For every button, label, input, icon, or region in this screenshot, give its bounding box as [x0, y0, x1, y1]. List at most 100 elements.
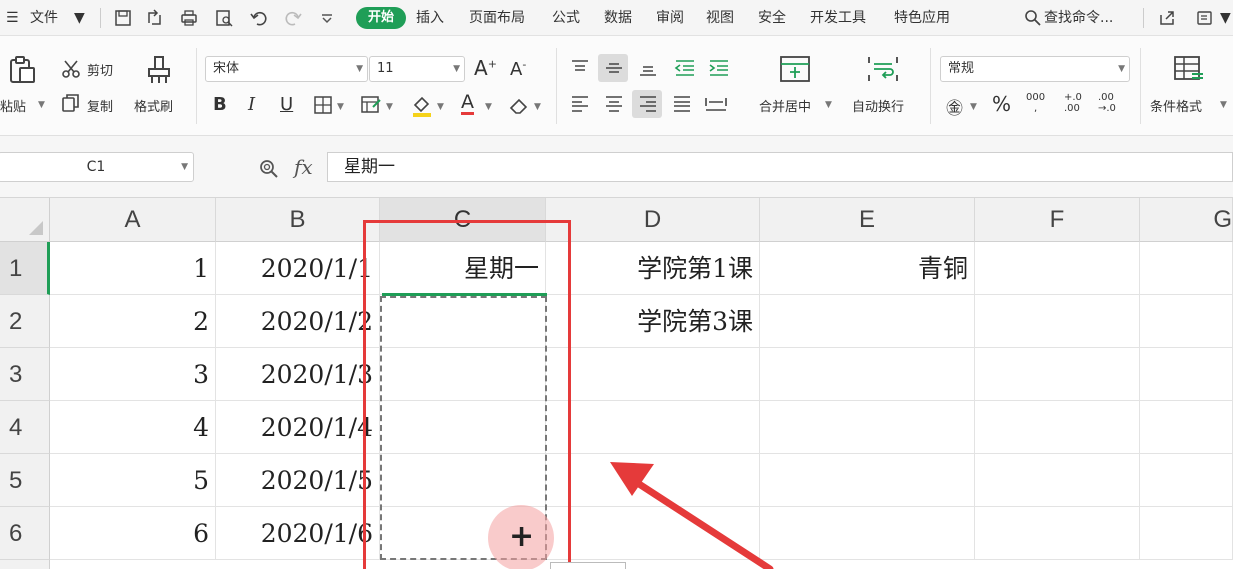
- column-header-g[interactable]: G: [1140, 198, 1233, 242]
- cell-a4[interactable]: 4: [50, 401, 216, 454]
- cell-f5[interactable]: [975, 454, 1140, 507]
- decrease-indent-icon[interactable]: [674, 58, 696, 78]
- chevron-down-icon[interactable]: ▼: [356, 57, 363, 81]
- cell-g1[interactable]: [1140, 242, 1233, 295]
- row-header-1[interactable]: 1: [0, 242, 50, 295]
- tab-insert[interactable]: 插入: [416, 0, 444, 36]
- row-header-7[interactable]: [0, 560, 50, 569]
- chevron-down-icon[interactable]: ▼: [181, 153, 188, 181]
- chevron-down-icon[interactable]: ▼: [453, 57, 460, 81]
- chevron-down-icon[interactable]: ▼: [437, 102, 444, 112]
- cell-g5[interactable]: [1140, 454, 1233, 507]
- column-header-a[interactable]: A: [50, 198, 216, 242]
- underline-icon[interactable]: U: [280, 94, 293, 115]
- column-header-b[interactable]: B: [216, 198, 380, 242]
- cell-g4[interactable]: [1140, 401, 1233, 454]
- zoom-icon[interactable]: [258, 158, 280, 180]
- cell-e2[interactable]: [760, 295, 975, 348]
- format-painter-icon[interactable]: [144, 54, 174, 86]
- tab-special-apps[interactable]: 特色应用: [894, 0, 950, 36]
- decrease-decimal-icon[interactable]: .00 →.0: [1098, 92, 1116, 114]
- chevron-down-icon[interactable]: ▼: [534, 102, 541, 112]
- scissors-icon[interactable]: [60, 58, 82, 80]
- paste-button[interactable]: 粘贴: [0, 96, 26, 115]
- export-icon[interactable]: [146, 9, 164, 27]
- cell-a2[interactable]: 2: [50, 295, 216, 348]
- tab-security[interactable]: 安全: [758, 0, 786, 36]
- bold-icon[interactable]: B: [213, 94, 227, 115]
- merge-center-button[interactable]: 合并居中: [759, 96, 811, 115]
- percent-icon[interactable]: %: [992, 92, 1011, 116]
- column-header-e[interactable]: E: [760, 198, 975, 242]
- more-icon[interactable]: [1196, 9, 1214, 27]
- cell-b6[interactable]: 2020/1/6: [216, 507, 380, 560]
- print-icon[interactable]: [180, 9, 198, 27]
- row-header-2[interactable]: 2: [0, 295, 50, 348]
- borders-icon[interactable]: [313, 95, 333, 115]
- chevron-down-icon[interactable]: ▼: [386, 102, 393, 112]
- cell-e4[interactable]: [760, 401, 975, 454]
- cell-b2[interactable]: 2020/1/2: [216, 295, 380, 348]
- tab-view[interactable]: 视图: [706, 0, 734, 36]
- menu-file[interactable]: 文件: [30, 0, 58, 36]
- thousands-icon[interactable]: 000,: [1026, 92, 1045, 114]
- cell-d2[interactable]: 学院第3课: [546, 295, 760, 348]
- cell-f2[interactable]: [975, 295, 1140, 348]
- tab-review[interactable]: 审阅: [656, 0, 684, 36]
- cell-g6[interactable]: [1140, 507, 1233, 560]
- cell-b5[interactable]: 2020/1/5: [216, 454, 380, 507]
- increase-indent-icon[interactable]: [708, 58, 730, 78]
- cell-b1[interactable]: 2020/1/1: [216, 242, 380, 295]
- share-icon[interactable]: [1158, 9, 1176, 27]
- cell-f1[interactable]: [975, 242, 1140, 295]
- chevron-down-icon[interactable]: ▼: [1118, 57, 1125, 81]
- wrap-text-button[interactable]: 自动换行: [852, 96, 904, 115]
- copy-icon[interactable]: [60, 92, 82, 114]
- fill-handle-cursor[interactable]: +: [488, 505, 554, 569]
- increase-decimal-icon[interactable]: +.0.00: [1064, 92, 1082, 114]
- merge-center-icon[interactable]: [778, 54, 812, 84]
- increase-font-icon[interactable]: A+: [474, 56, 497, 80]
- formula-input[interactable]: 星期一: [327, 152, 1233, 182]
- currency-icon[interactable]: ㊎: [946, 94, 963, 119]
- wrap-text-icon[interactable]: [866, 54, 900, 84]
- chevron-down-icon[interactable]: ▼: [74, 0, 85, 36]
- tab-formulas[interactable]: 公式: [552, 0, 580, 36]
- align-top-icon[interactable]: [570, 58, 590, 78]
- print-preview-icon[interactable]: [215, 9, 233, 27]
- conditional-format-button[interactable]: 条件格式: [1150, 96, 1202, 115]
- conditional-format-icon[interactable]: [1172, 54, 1206, 84]
- tab-page-layout[interactable]: 页面布局: [469, 0, 525, 36]
- select-all-button[interactable]: [0, 198, 50, 242]
- search-commands[interactable]: 查找命令...: [1044, 0, 1113, 36]
- align-right-icon[interactable]: [638, 94, 658, 114]
- decrease-font-icon[interactable]: A-: [510, 58, 526, 80]
- italic-icon[interactable]: I: [248, 94, 255, 115]
- row-header-3[interactable]: 3: [0, 348, 50, 401]
- cell-b4[interactable]: 2020/1/4: [216, 401, 380, 454]
- format-painter-button[interactable]: 格式刷: [134, 96, 173, 115]
- cell-b3[interactable]: 2020/1/3: [216, 348, 380, 401]
- align-left-icon[interactable]: [570, 94, 590, 114]
- row-header-4[interactable]: 4: [0, 401, 50, 454]
- font-size-select[interactable]: 11 ▼: [369, 56, 465, 82]
- copy-button[interactable]: 复制: [87, 96, 113, 115]
- menu-icon[interactable]: ☰: [6, 0, 19, 36]
- row-header-6[interactable]: 6: [0, 507, 50, 560]
- cell-d3[interactable]: [546, 348, 760, 401]
- cell-e1[interactable]: 青铜: [760, 242, 975, 295]
- chevron-down-icon[interactable]: ▼: [970, 102, 977, 112]
- tab-home[interactable]: 开始: [356, 7, 406, 29]
- search-icon[interactable]: [1024, 9, 1042, 27]
- column-header-f[interactable]: F: [975, 198, 1140, 242]
- paste-icon[interactable]: [6, 54, 38, 86]
- align-bottom-icon[interactable]: [638, 58, 658, 78]
- tab-data[interactable]: 数据: [604, 0, 632, 36]
- chevron-down-icon[interactable]: ▼: [38, 100, 45, 110]
- cell-e3[interactable]: [760, 348, 975, 401]
- cell-f3[interactable]: [975, 348, 1140, 401]
- cell-a1[interactable]: 1: [50, 242, 216, 295]
- cell-style-icon[interactable]: [360, 95, 382, 115]
- font-color-icon[interactable]: A: [461, 92, 474, 115]
- align-middle-icon[interactable]: [604, 58, 624, 78]
